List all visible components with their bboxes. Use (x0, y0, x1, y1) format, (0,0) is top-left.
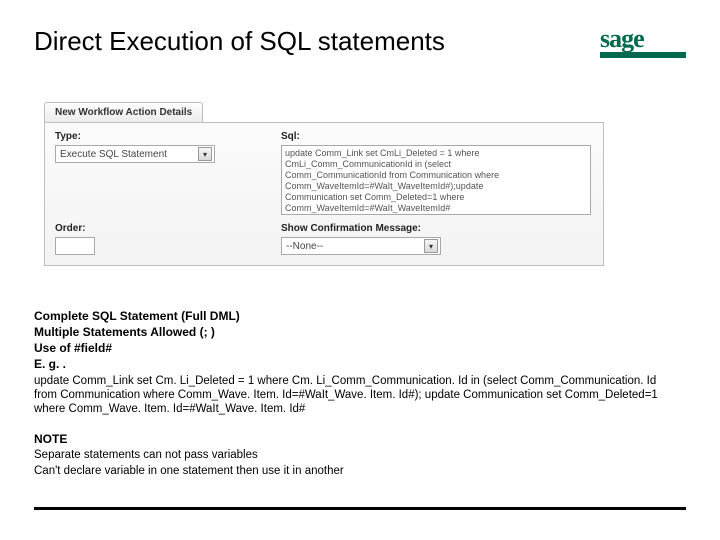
type-select[interactable]: Execute SQL Statement ▾ (55, 145, 215, 163)
slide-title: Direct Execution of SQL statements (34, 26, 445, 57)
workflow-panel: New Workflow Action Details Type: Execut… (44, 102, 604, 266)
panel-tab[interactable]: New Workflow Action Details (44, 102, 203, 122)
brand-logo-bar (600, 52, 686, 58)
confirm-select[interactable]: --None-- ▾ (281, 237, 441, 255)
order-input[interactable] (55, 237, 95, 255)
example-sql-text: update Comm_Link set Cm. Li_Deleted = 1 … (34, 374, 674, 416)
note-bullet-3: Use of #field# (34, 340, 686, 356)
brand-logo-text: sage (600, 24, 644, 54)
sql-textarea[interactable]: update Comm_Link set CmLi_Deleted = 1 wh… (281, 145, 591, 215)
note-heading: NOTE (34, 432, 686, 446)
footer-rule (34, 507, 686, 510)
slide-header: Direct Execution of SQL statements sage (34, 26, 686, 58)
note-bullet-2: Multiple Statements Allowed (; ) (34, 324, 686, 340)
note-bullet-1: Complete SQL Statement (Full DML) (34, 308, 686, 324)
note-bullet-4: E. g. . (34, 356, 686, 372)
order-label: Order: (55, 223, 255, 234)
sql-label: Sql: (281, 131, 593, 142)
notes-block: Complete SQL Statement (Full DML) Multip… (34, 308, 686, 478)
note-line-2: Can't declare variable in one statement … (34, 464, 674, 478)
chevron-down-icon: ▾ (198, 147, 212, 161)
confirm-select-value: --None-- (286, 241, 323, 252)
note-line-1: Separate statements can not pass variabl… (34, 448, 674, 462)
chevron-down-icon: ▾ (424, 239, 438, 253)
confirm-label: Show Confirmation Message: (281, 223, 593, 234)
panel-body: Type: Execute SQL Statement ▾ Sql: updat… (44, 122, 604, 266)
type-label: Type: (55, 131, 255, 142)
type-select-value: Execute SQL Statement (60, 149, 167, 160)
brand-logo: sage (600, 24, 686, 58)
